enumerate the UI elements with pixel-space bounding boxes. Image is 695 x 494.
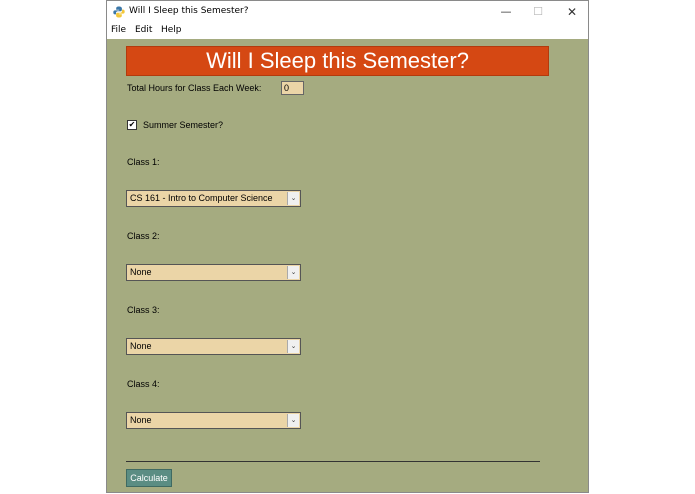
chevron-down-icon[interactable]: ⌄ bbox=[287, 414, 299, 427]
class-2-value: None bbox=[130, 267, 152, 277]
app-banner: Will I Sleep this Semester? bbox=[126, 46, 549, 76]
python-app-icon bbox=[113, 6, 125, 18]
class-3-value: None bbox=[130, 341, 152, 351]
app-window: Will I Sleep this Semester? — ☐ ✕ File E… bbox=[106, 0, 589, 493]
class-3-label: Class 3: bbox=[127, 305, 160, 315]
close-button[interactable]: ✕ bbox=[557, 4, 587, 20]
summer-checkbox[interactable]: ✔ bbox=[127, 120, 137, 130]
class-1-value: CS 161 - Intro to Computer Science bbox=[130, 193, 273, 203]
maximize-button[interactable]: ☐ bbox=[523, 4, 553, 20]
minimize-button[interactable]: — bbox=[491, 4, 521, 20]
class-4-value: None bbox=[130, 415, 152, 425]
main-content: Will I Sleep this Semester? Total Hours … bbox=[107, 39, 588, 494]
menu-file[interactable]: File bbox=[111, 25, 126, 35]
divider-line bbox=[126, 461, 540, 462]
chevron-down-icon[interactable]: ⌄ bbox=[287, 340, 299, 353]
menu-bar: File Edit Help bbox=[107, 23, 588, 39]
calculate-button[interactable]: Calculate bbox=[126, 469, 172, 487]
menu-edit[interactable]: Edit bbox=[135, 25, 152, 35]
summer-label: Summer Semester? bbox=[143, 120, 224, 130]
chevron-down-icon[interactable]: ⌄ bbox=[287, 266, 299, 279]
class-4-label: Class 4: bbox=[127, 379, 160, 389]
class-1-label: Class 1: bbox=[127, 157, 160, 167]
window-title: Will I Sleep this Semester? bbox=[129, 6, 249, 16]
chevron-down-icon[interactable]: ⌄ bbox=[287, 192, 299, 205]
class-2-select[interactable]: None ⌄ bbox=[126, 264, 301, 281]
class-4-select[interactable]: None ⌄ bbox=[126, 412, 301, 429]
class-1-select[interactable]: CS 161 - Intro to Computer Science ⌄ bbox=[126, 190, 301, 207]
hours-input[interactable]: 0 bbox=[281, 81, 304, 95]
menu-help[interactable]: Help bbox=[161, 25, 182, 35]
hours-label: Total Hours for Class Each Week: bbox=[127, 83, 262, 93]
class-2-label: Class 2: bbox=[127, 231, 160, 241]
title-bar[interactable]: Will I Sleep this Semester? — ☐ ✕ bbox=[107, 1, 588, 23]
class-3-select[interactable]: None ⌄ bbox=[126, 338, 301, 355]
